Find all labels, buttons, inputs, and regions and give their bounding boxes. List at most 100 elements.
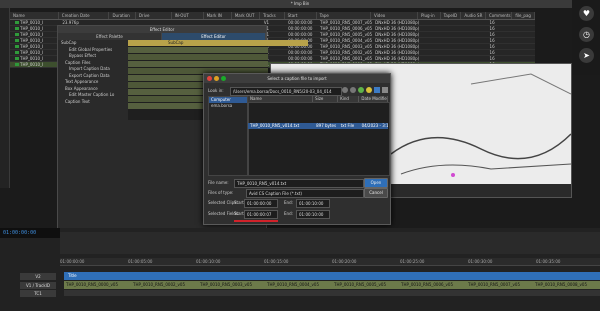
table-cell bbox=[513, 38, 535, 43]
caption-import-dialog: Select a caption file to import Look in:… bbox=[203, 73, 391, 225]
file-row-selected[interactable]: THP_0010_RN5_v014.txt 897 bytes txt File… bbox=[248, 123, 388, 129]
timeline-clip[interactable]: THP_0010_RN5_0008_v05 bbox=[533, 281, 600, 289]
timeline-clip[interactable]: THP_0010_RN5_0006_v05 bbox=[399, 281, 468, 289]
ruler-tick-label: 01:00:15:00 bbox=[264, 259, 289, 264]
table-cell: 00:00:00:00 bbox=[288, 32, 313, 37]
timeline-clip[interactable]: THP_0010_RN5_0002_v05 bbox=[131, 281, 200, 289]
timeline-clip[interactable]: THP_0010_RN5_0005_v05 bbox=[332, 281, 401, 289]
master-timecode: 01:00:00:00 bbox=[0, 228, 60, 238]
new-folder-icon[interactable] bbox=[366, 87, 372, 93]
table-cell bbox=[420, 20, 442, 25]
cancel-button[interactable]: Cancel bbox=[364, 188, 388, 198]
ruler-tick-label: 01:00:35:00 bbox=[536, 259, 561, 264]
table-cell: 16 bbox=[489, 32, 495, 37]
clip-name: THP_0010_I bbox=[20, 62, 44, 67]
v1-clip-track: THP_0010_RN5_0000_v05 THP_0010_RN5_0002_v… bbox=[64, 281, 600, 289]
clock-icon[interactable]: ◷ bbox=[579, 27, 594, 42]
table-cell bbox=[442, 32, 462, 37]
clip-color-icon bbox=[15, 51, 19, 54]
files-type-label: Files of type: bbox=[208, 190, 234, 195]
forward-icon[interactable] bbox=[350, 87, 356, 93]
open-button[interactable]: Open bbox=[364, 178, 388, 188]
table-cell: THP_0010_I bbox=[10, 26, 59, 31]
table-cell bbox=[420, 38, 442, 43]
table-cell bbox=[420, 26, 442, 31]
table-cell bbox=[513, 26, 535, 31]
table-cell: THP_0010_I bbox=[10, 50, 59, 55]
fields-start-field[interactable]: 01:00:00:07 bbox=[244, 210, 278, 219]
table-cell bbox=[462, 20, 486, 25]
col-plugin[interactable]: Plug-in bbox=[418, 12, 441, 19]
effect-param-item[interactable]: Caption Text bbox=[58, 99, 126, 106]
fields-end-field[interactable]: 01:00:10:00 bbox=[296, 210, 330, 219]
table-cell bbox=[442, 56, 462, 61]
timeline-ruler[interactable]: 01:00:00:00 01:00:05:00 01:00:10:00 01:00:1… bbox=[60, 258, 600, 266]
ruler-tick-label: 01:00:20:00 bbox=[332, 259, 357, 264]
effect-track-bar[interactable]: SubCap bbox=[128, 40, 308, 46]
clip-name: THP_0010_I bbox=[20, 56, 44, 61]
parent-folder-icon[interactable] bbox=[358, 87, 364, 93]
clips-start-field[interactable]: 01:00:00:00 bbox=[244, 199, 278, 208]
clip-color-icon bbox=[15, 63, 19, 66]
sidebar-item-home[interactable]: ema.borsa bbox=[209, 103, 247, 109]
table-cell: DNxHD 36 (HD1080p) bbox=[375, 44, 420, 49]
col-in-out[interactable]: IN-OUT bbox=[172, 12, 204, 19]
timeline-clip[interactable]: THP_0010_RN5_0000_v05 bbox=[64, 281, 133, 289]
zoom-icon[interactable] bbox=[221, 76, 226, 81]
track-v1[interactable]: V1 / TrackID bbox=[20, 282, 56, 289]
clips-end-field[interactable]: 01:00:10:00 bbox=[296, 199, 330, 208]
col-audio-sr[interactable]: Audio SR bbox=[461, 12, 486, 19]
timeline-clip[interactable]: THP_0010_RN5_0007_v05 bbox=[466, 281, 535, 289]
col-duration[interactable]: Duration bbox=[109, 12, 136, 19]
col-tracks[interactable]: Tracks bbox=[260, 12, 285, 19]
table-cell: THP_0010_RN5_0007_v05 bbox=[320, 20, 373, 25]
col-mark-out[interactable]: Mark OUT bbox=[232, 12, 261, 19]
file-name-field[interactable]: THP_0010_RN5_v014.txt bbox=[234, 179, 364, 188]
col-mark-in[interactable]: Mark IN bbox=[204, 12, 232, 19]
table-cell: DNxHD 36 (HD1080p) bbox=[375, 56, 420, 61]
clip-name: THP_0010_I bbox=[20, 20, 44, 25]
send-icon[interactable]: ➤ bbox=[579, 48, 594, 63]
list-view-icon[interactable] bbox=[374, 87, 380, 93]
table-cell: DNxHD 36 (HD1080p) bbox=[375, 20, 420, 25]
table-cell bbox=[442, 26, 462, 31]
detail-view-icon[interactable] bbox=[382, 87, 388, 93]
table-cell: 16 bbox=[489, 56, 495, 61]
col-tape[interactable]: Tape bbox=[317, 12, 372, 19]
annotation-underline bbox=[234, 220, 278, 222]
timeline-clip[interactable]: THP_0010_RN5_0003_v05 bbox=[198, 281, 267, 289]
clip-name: THP_0010_I bbox=[20, 50, 44, 55]
file-kind: txt File bbox=[340, 123, 355, 128]
track-tc1[interactable]: TC1 bbox=[20, 290, 56, 297]
col-comments[interactable]: Comments bbox=[486, 12, 513, 19]
tab-effect-palette[interactable]: Effect Palette bbox=[58, 33, 162, 40]
timeline-clip[interactable]: THP_0010_RN5_0004_v05 bbox=[265, 281, 334, 289]
left-tool-rail bbox=[0, 8, 10, 188]
table-cell: THP_0010_RN5_0004_v05 bbox=[320, 38, 373, 43]
close-icon[interactable] bbox=[207, 76, 212, 81]
table-cell: THP_0010_I bbox=[10, 56, 59, 61]
table-cell bbox=[420, 50, 442, 55]
clip-name: THP_0010_I bbox=[20, 44, 44, 49]
col-tapeid[interactable]: TapeID bbox=[441, 12, 462, 19]
tab-effect-editor[interactable]: Effect Editor bbox=[162, 33, 266, 40]
col-video[interactable]: Video bbox=[371, 12, 418, 19]
track-v2[interactable]: V2 bbox=[20, 273, 56, 280]
files-type-select[interactable]: Avid CS Caption File (*.txt) bbox=[246, 189, 364, 198]
col-start[interactable]: Start bbox=[285, 12, 317, 19]
col-creation-date[interactable]: Creation Date bbox=[59, 12, 110, 19]
table-cell: DNxHD 36 (HD1080p) bbox=[375, 50, 420, 55]
subcap-track[interactable]: Title bbox=[64, 272, 600, 280]
table-cell bbox=[462, 38, 486, 43]
table-cell: 00:00:00:00 bbox=[288, 26, 313, 31]
back-icon[interactable] bbox=[342, 87, 348, 93]
table-cell bbox=[513, 20, 535, 25]
col-name[interactable]: Name bbox=[10, 12, 59, 19]
col-file-pag[interactable]: file_pag bbox=[512, 12, 535, 19]
track-row bbox=[128, 47, 268, 53]
table-cell bbox=[442, 20, 462, 25]
col-drive[interactable]: Drive bbox=[136, 12, 172, 19]
heart-icon[interactable]: ♥ bbox=[579, 6, 594, 21]
minimize-icon[interactable] bbox=[214, 76, 219, 81]
look-in-select[interactable]: /Users/ema.borsa/Docs_0010_RN5/20-03_04_… bbox=[230, 87, 342, 96]
